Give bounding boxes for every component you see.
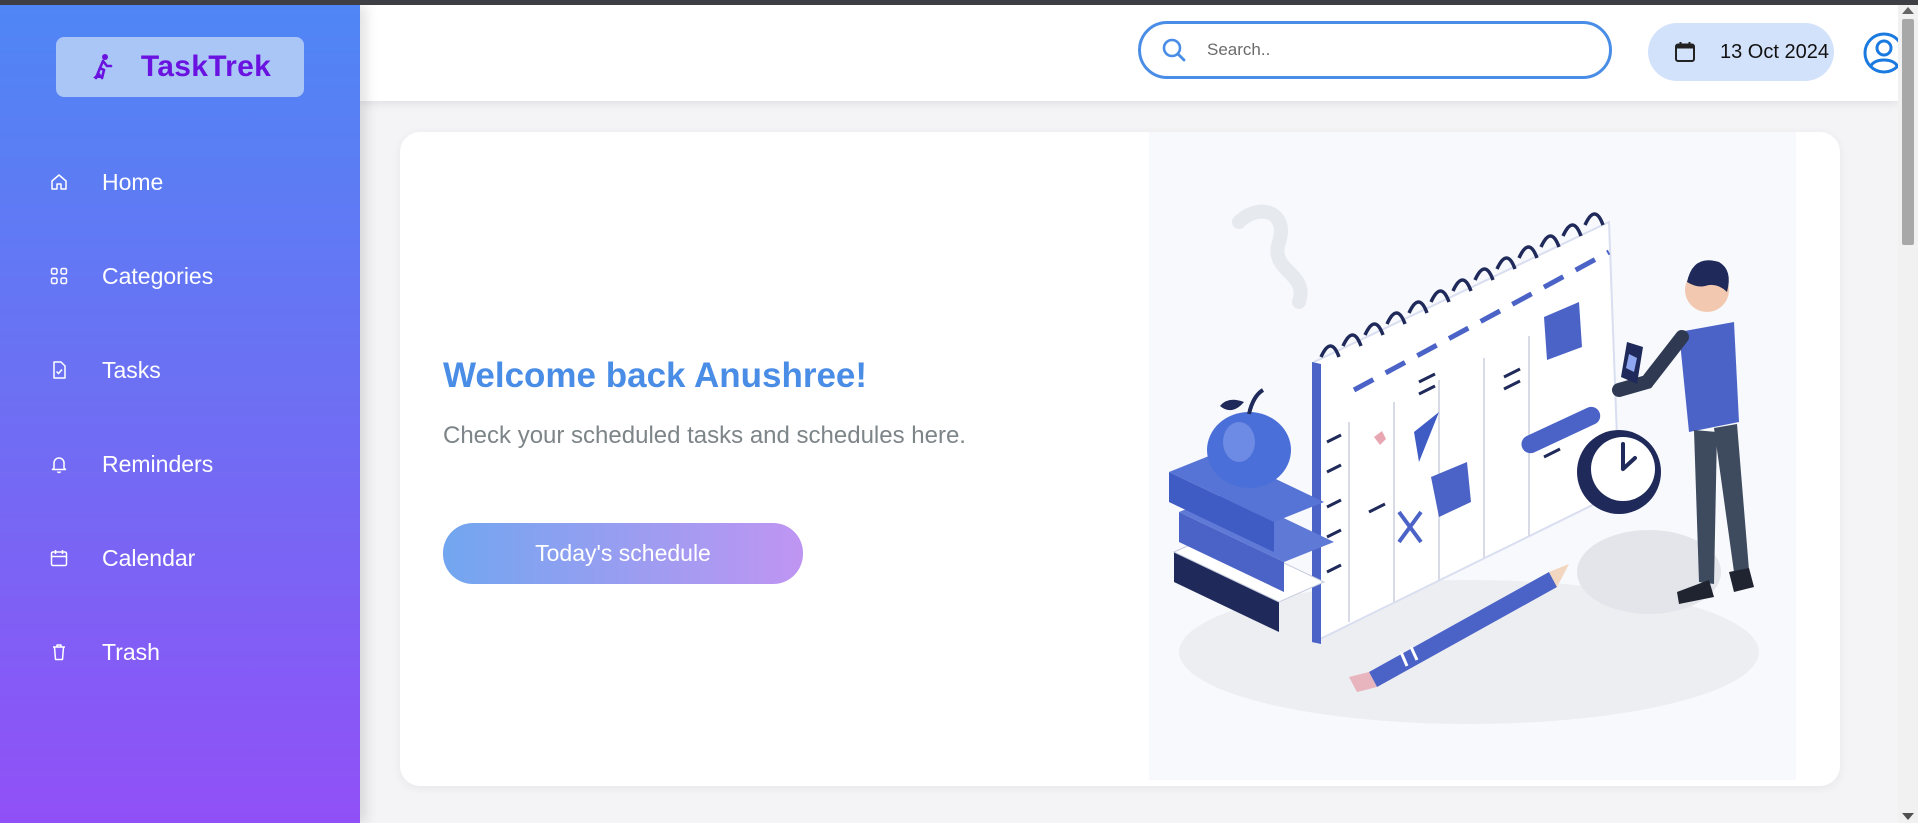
scroll-down-icon[interactable] — [1902, 813, 1914, 820]
sidebar-item-label: Home — [102, 168, 164, 195]
sidebar-item-categories[interactable]: Categories — [0, 229, 360, 323]
brand-name: TaskTrek — [140, 50, 272, 83]
person-with-calendar-illustration — [1149, 132, 1796, 780]
welcome-card: Welcome back Anushree! Check your schedu… — [400, 132, 1840, 786]
calendar-icon — [48, 547, 70, 569]
sidebar-item-label: Calendar — [102, 544, 196, 571]
sidebar-nav: Home Categories Tasks Reminders Calendar — [0, 135, 360, 699]
brand-logo[interactable]: TaskTrek — [56, 37, 304, 97]
welcome-title: Welcome back Anushree! — [443, 356, 868, 395]
todays-schedule-button[interactable]: Today's schedule — [443, 523, 803, 584]
browser-top-edge — [0, 0, 1918, 5]
scrollbar-thumb[interactable] — [1902, 19, 1914, 245]
sidebar-item-reminders[interactable]: Reminders — [0, 417, 360, 511]
calendar-icon — [1674, 40, 1698, 64]
sidebar: TaskTrek Home Categories Tasks Reminders — [0, 5, 360, 823]
sidebar-item-home[interactable]: Home — [0, 135, 360, 229]
current-date: 13 Oct 2024 — [1720, 40, 1829, 63]
sidebar-item-trash[interactable]: Trash — [0, 605, 360, 699]
scroll-up-icon[interactable] — [1902, 7, 1914, 14]
bell-icon — [48, 453, 70, 475]
search-input[interactable] — [1205, 39, 1589, 61]
sidebar-item-label: Categories — [102, 262, 214, 289]
home-icon — [48, 171, 70, 193]
grid-icon — [48, 265, 70, 287]
trash-icon — [48, 641, 70, 663]
date-display[interactable]: 13 Oct 2024 — [1648, 23, 1834, 81]
top-header: 13 Oct 2024 — [360, 5, 1905, 101]
sidebar-item-tasks[interactable]: Tasks — [0, 323, 360, 417]
task-file-icon — [48, 359, 70, 381]
hiker-icon — [89, 52, 119, 82]
sidebar-item-label: Trash — [102, 638, 160, 665]
search-icon — [1161, 37, 1187, 63]
sidebar-item-calendar[interactable]: Calendar — [0, 511, 360, 605]
page-scrollbar[interactable] — [1898, 5, 1918, 823]
welcome-subtitle: Check your scheduled tasks and schedules… — [443, 422, 966, 449]
search-box[interactable] — [1138, 21, 1612, 79]
sidebar-item-label: Reminders — [102, 450, 214, 477]
sidebar-item-label: Tasks — [102, 356, 161, 383]
